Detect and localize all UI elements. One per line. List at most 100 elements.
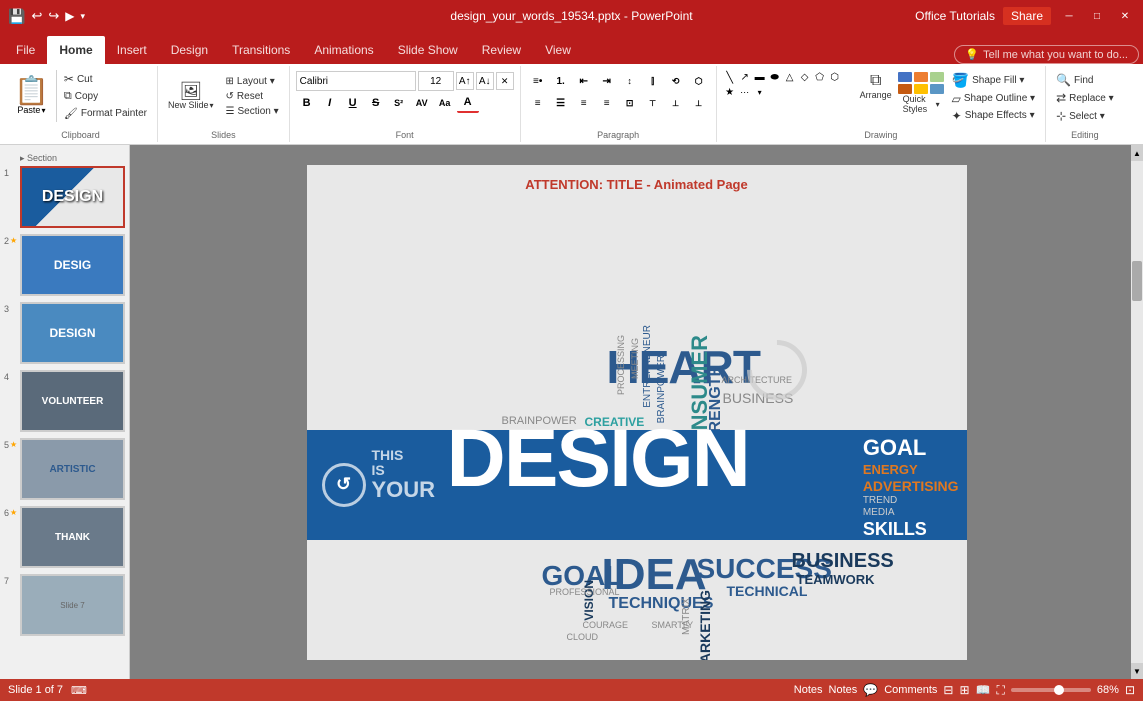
shape-hex[interactable]: ⬡ [828,70,842,84]
find-button[interactable]: 🔍 Find [1052,72,1097,88]
align-bottom-btn[interactable]: ⊥ [688,93,710,113]
maximize-btn[interactable]: □ [1087,6,1107,26]
reading-view-btn[interactable]: 📖 [976,683,991,697]
office-tutorials-btn[interactable]: Office Tutorials [915,9,995,23]
align-right-btn[interactable]: ≡ [573,93,595,113]
bullets-btn[interactable]: ≡• [527,71,549,91]
slide-img-2[interactable]: DESIG [20,234,125,296]
shape-fill-button[interactable]: 🪣 Shape Fill ▾ [948,71,1039,90]
reset-button[interactable]: ↺ Reset [222,90,283,103]
slide-img-4[interactable]: VOLUNTEER [20,370,125,432]
slide-thumb-7[interactable]: 7 Slide 7 [4,574,125,636]
presenter-view-btn[interactable]: ⛶ [997,683,1005,698]
slide-img-6[interactable]: THANK [20,506,125,568]
shape-line[interactable]: ╲ [723,70,737,84]
scroll-track-v[interactable] [1131,161,1143,663]
shape-effects-button[interactable]: ✦ Shape Effects ▾ [948,108,1039,124]
text-shadow-btn[interactable]: S² [388,93,410,113]
minimize-btn[interactable]: ─ [1059,6,1079,26]
italic-btn[interactable]: I [319,93,341,113]
tab-insert[interactable]: Insert [105,36,159,64]
font-color-btn[interactable]: A [457,93,479,113]
section-button[interactable]: ☰ Section ▾ [222,105,283,118]
char-spacing-btn[interactable]: AV [411,93,433,113]
increase-indent-btn[interactable]: ⇥ [596,71,618,91]
slide-canvas[interactable]: ATTENTION: TITLE - Animated Page HEART C… [307,165,967,660]
notes-btn[interactable]: Notes [794,684,823,696]
slide-thumb-5[interactable]: 5 ★ ARTISTIC [4,438,125,500]
tab-transitions[interactable]: Transitions [220,36,302,64]
slide-img-3[interactable]: DESIGN [20,302,125,364]
slide-thumb-1[interactable]: 1 DESIGN [4,166,125,228]
layout-button[interactable]: ⊞ Layout ▾ [222,75,283,88]
tab-design[interactable]: Design [159,36,220,64]
macro-icon[interactable]: ▶ [65,9,74,23]
scroll-down-btn[interactable]: ▼ [1131,663,1143,679]
redo-icon[interactable]: ↪ [48,8,59,24]
decrease-indent-btn[interactable]: ⇤ [573,71,595,91]
align-top-btn[interactable]: ⊤ [642,93,664,113]
shape-outline-button[interactable]: ▱ Shape Outline ▾ [948,91,1039,107]
fit-slide-btn[interactable]: ⊡ [1125,683,1135,697]
shape-rect[interactable]: ▬ [753,70,767,84]
align-middle-btn[interactable]: ⊥ [665,93,687,113]
scroll-thumb-v[interactable] [1132,261,1142,301]
slide-thumb-4[interactable]: 4 VOLUNTEER [4,370,125,432]
font-increase-btn[interactable]: A↑ [456,72,474,90]
slide-img-5[interactable]: ARTISTIC [20,438,125,500]
shape-triangle[interactable]: △ [783,70,797,84]
tab-home[interactable]: Home [47,36,104,64]
replace-button[interactable]: ⇄ Replace ▾ [1052,90,1118,106]
shapes-dropdown[interactable]: ▾ [753,85,767,99]
slide-thumb-6[interactable]: 6 ★ THANK [4,506,125,568]
comments-btn[interactable]: 💬 [863,683,878,697]
tab-view[interactable]: View [533,36,583,64]
new-slide-button[interactable]: 🖼 New Slide ▾ [164,80,218,112]
undo-icon[interactable]: ↩ [31,8,42,24]
align-center-btn[interactable]: ☰ [550,93,572,113]
copy-button[interactable]: ⧉ Copy [60,89,151,104]
font-decrease-btn[interactable]: A↓ [476,72,494,90]
slide-sorter-btn[interactable]: ⊞ [959,683,969,697]
clear-format-btn[interactable]: ✕ [496,72,514,90]
text-direction-btn[interactable]: ⟲ [665,71,687,91]
shape-arrow[interactable]: ↗ [738,70,752,84]
tell-me-input[interactable]: 💡 Tell me what you want to do... [954,45,1139,64]
numbering-btn[interactable]: 1. [550,71,572,91]
scroll-up-btn[interactable]: ▲ [1131,145,1143,161]
normal-view-btn[interactable]: ⊟ [943,683,953,697]
zoom-slider[interactable] [1011,688,1091,692]
font-size-input[interactable] [418,71,454,91]
align-left-btn[interactable]: ≡ [527,93,549,113]
tab-review[interactable]: Review [470,36,533,64]
bold-btn[interactable]: B [296,93,318,113]
close-btn[interactable]: ✕ [1115,6,1135,26]
convert-smartart-btn[interactable]: ⬡ [688,71,710,91]
shape-oval[interactable]: ⬬ [768,70,782,84]
strikethrough-btn[interactable]: S [365,93,387,113]
share-btn[interactable]: Share [1003,7,1051,25]
slide-img-1[interactable]: DESIGN [20,166,125,228]
slide-img-7[interactable]: Slide 7 [20,574,125,636]
save-icon[interactable]: 💾 [8,8,25,25]
justify-btn[interactable]: ≡ [596,93,618,113]
shape-diamond[interactable]: ◇ [798,70,812,84]
slide-thumb-2[interactable]: 2 ★ DESIG [4,234,125,296]
slide-thumb-3[interactable]: 3 DESIGN [4,302,125,364]
underline-btn[interactable]: U [342,93,364,113]
tab-file[interactable]: File [4,36,47,64]
shape-star[interactable]: ★ [723,85,737,99]
quick-access-dropdown[interactable]: ▾ [80,11,85,22]
change-case-btn[interactable]: Aa [434,93,456,113]
shape-pentagon[interactable]: ⬠ [813,70,827,84]
quick-styles-button[interactable]: Quick Styles ▾ [899,70,944,116]
vertical-scrollbar[interactable]: ▲ ▼ [1131,145,1143,679]
cut-button[interactable]: ✂ Cut [60,71,151,87]
select-button[interactable]: ⊹ Select ▾ [1052,108,1109,124]
text-box-btn[interactable]: ⊡ [619,93,641,113]
paste-button[interactable]: 📋 Paste ▾ [10,73,53,119]
arrange-button[interactable]: ⧉ Arrange [857,70,895,102]
shape-more[interactable]: ⋯ [738,85,752,99]
tab-slideshow[interactable]: Slide Show [386,36,470,64]
line-spacing-btn[interactable]: ↕ [619,71,641,91]
